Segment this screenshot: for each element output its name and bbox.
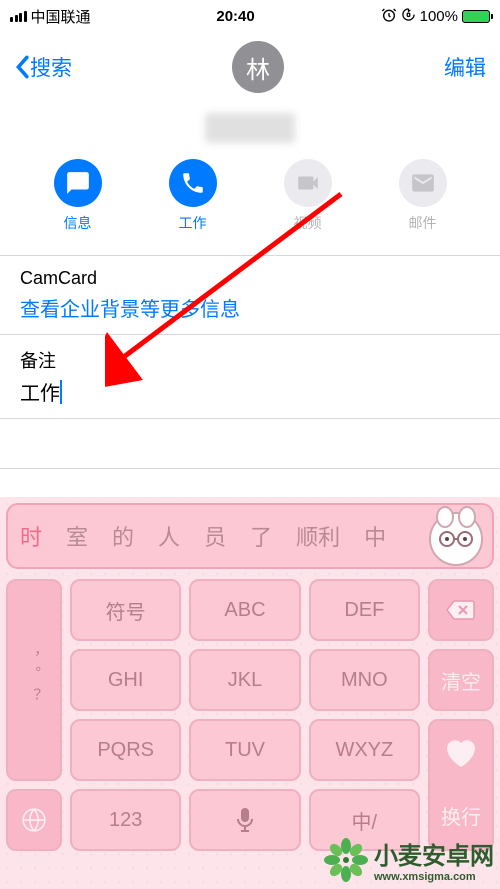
- suggestion-item[interactable]: 顺利: [296, 520, 340, 552]
- mail-icon: [399, 159, 447, 207]
- contact-name-blurred: [205, 113, 295, 143]
- call-action[interactable]: 工作: [169, 159, 217, 233]
- key-grid: ，。？ 符号 ABC DEF GHI JKL MNO 清空 PQRS TUV W…: [0, 569, 500, 857]
- key-mno[interactable]: MNO: [309, 649, 420, 711]
- key-123[interactable]: 123: [70, 789, 181, 851]
- keyboard-mascot: [420, 499, 492, 571]
- signal-icon: [10, 11, 27, 22]
- action-label: 工作: [179, 213, 207, 233]
- suggestion-item[interactable]: 的: [112, 520, 134, 552]
- status-bar: 中国联通 20:40 100%: [0, 0, 500, 29]
- notes-value: 工作: [20, 377, 60, 406]
- watermark-text: 小麦安卓网: [374, 836, 494, 871]
- suggestion-item[interactable]: 员: [204, 520, 226, 552]
- watermark-url: www.xmsigma.com: [374, 871, 494, 883]
- keyboard: 时 室 的 人 员 了 顺利 中 ，。？ 符号 ABC DEF GHI JKL …: [0, 497, 500, 889]
- notes-input[interactable]: 工作: [20, 377, 480, 406]
- clear-key[interactable]: 清空: [428, 649, 494, 711]
- video-icon: [284, 159, 332, 207]
- spacer: [0, 419, 500, 469]
- globe-key[interactable]: [6, 789, 62, 851]
- mail-action: 邮件: [399, 159, 447, 233]
- globe-icon: [21, 807, 47, 833]
- suggestion-item[interactable]: 中: [364, 520, 386, 552]
- mic-icon: [235, 806, 255, 834]
- suggestion-item[interactable]: 时: [20, 520, 42, 552]
- back-button[interactable]: 搜索: [14, 52, 72, 82]
- notes-section[interactable]: 备注 工作: [0, 335, 500, 419]
- notes-label: 备注: [20, 347, 480, 373]
- key-abc[interactable]: ABC: [189, 579, 300, 641]
- suggestion-item[interactable]: 人: [158, 520, 180, 552]
- alarm-icon: [381, 7, 397, 27]
- back-label: 搜索: [30, 52, 72, 82]
- key-def[interactable]: DEF: [309, 579, 420, 641]
- key-wxyz[interactable]: WXYZ: [309, 719, 420, 781]
- battery-icon: [462, 10, 490, 23]
- phone-icon: [169, 159, 217, 207]
- camcard-title: CamCard: [20, 268, 480, 289]
- avatar[interactable]: 林: [232, 41, 284, 93]
- voice-key[interactable]: [189, 789, 300, 851]
- action-label: 信息: [64, 213, 92, 233]
- key-ghi[interactable]: GHI: [70, 649, 181, 711]
- chevron-left-icon: [14, 55, 30, 79]
- carrier-label: 中国联通: [31, 6, 91, 27]
- action-label: 视频: [294, 213, 322, 233]
- rotation-lock-icon: [401, 7, 416, 26]
- message-action[interactable]: 信息: [54, 159, 102, 233]
- watermark: 小麦安卓网 www.xmsigma.com: [324, 836, 494, 883]
- key-symbols[interactable]: 符号: [70, 579, 181, 641]
- punct-key[interactable]: ，。？: [6, 579, 62, 781]
- watermark-logo: [324, 838, 368, 882]
- key-pqrs[interactable]: PQRS: [70, 719, 181, 781]
- message-icon: [54, 159, 102, 207]
- backspace-icon: [446, 599, 476, 621]
- suggestion-item[interactable]: 了: [250, 520, 272, 552]
- camcard-link: 查看企业背景等更多信息: [20, 293, 480, 322]
- time-label: 20:40: [216, 8, 254, 25]
- backspace-key[interactable]: [428, 579, 494, 641]
- battery-pct: 100%: [420, 8, 458, 25]
- key-tuv[interactable]: TUV: [189, 719, 300, 781]
- heart-icon: [441, 733, 481, 773]
- actions-row: 信息 工作 视频 邮件: [0, 159, 500, 256]
- text-cursor: [60, 380, 62, 404]
- nav-bar: 搜索 林 编辑: [0, 29, 500, 101]
- suggestion-item[interactable]: 室: [66, 520, 88, 552]
- edit-button[interactable]: 编辑: [444, 52, 486, 82]
- action-label: 邮件: [409, 213, 437, 233]
- video-action: 视频: [284, 159, 332, 233]
- enter-key[interactable]: 换行: [428, 719, 494, 851]
- camcard-section[interactable]: CamCard 查看企业背景等更多信息: [0, 256, 500, 335]
- key-jkl[interactable]: JKL: [189, 649, 300, 711]
